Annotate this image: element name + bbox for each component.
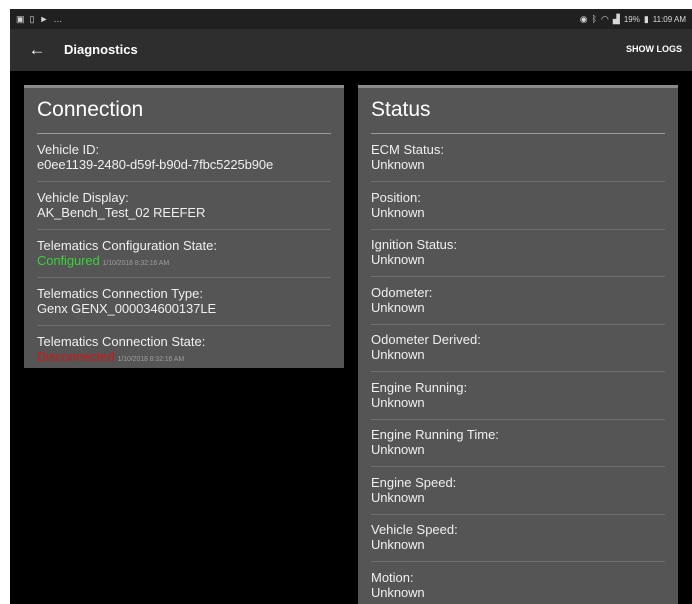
status-row: Motion: Unknown [371, 570, 665, 600]
connection-type-row: Telematics Connection Type: Genx GENX_00… [37, 286, 331, 326]
app-bar: ← Diagnostics SHOW LOGS [10, 29, 692, 71]
vehicle-id-row: Vehicle ID: e0ee1139-2480-d59f-b90d-7fbc… [37, 142, 331, 182]
back-arrow-icon[interactable]: ← [26, 39, 48, 61]
page-title: Diagnostics [64, 42, 138, 57]
device-screen: ▣ ▯ ► … ◉ ᛒ ◠ ▟ 19% ▮ 11:09 AM ← Diagnos… [10, 9, 692, 604]
status-row-label: Odometer Derived: [371, 332, 481, 347]
status-row: Odometer: Unknown [371, 284, 665, 325]
status-row: Engine Speed: Unknown [371, 474, 665, 515]
status-row: Position: Unknown [371, 189, 665, 230]
clock: 11:09 AM [652, 14, 686, 24]
row-divider [37, 181, 331, 182]
status-row-label: Odometer: [371, 284, 433, 300]
config-state-value: Configured [37, 253, 100, 268]
status-row: ECM Status: Unknown [371, 142, 665, 182]
row-divider [371, 561, 665, 562]
status-row-label: Vehicle Speed: [371, 522, 458, 537]
status-row-value: Unknown [371, 299, 425, 315]
status-row-value: Unknown [371, 489, 425, 505]
status-row: Ignition Status: Unknown [371, 237, 665, 277]
connection-state-timestamp: 1/10/2018 8:32:16 AM [117, 356, 185, 363]
connection-type-label: Telematics Connection Type: [37, 286, 203, 301]
row-divider [371, 466, 665, 467]
status-row-value: Unknown [371, 204, 425, 220]
status-row-label: Engine Running Time: [371, 427, 499, 442]
system-status-bar: ▣ ▯ ► … ◉ ᛒ ◠ ▟ 19% ▮ 11:09 AM [10, 9, 692, 29]
status-row: Engine Running Time: Unknown [371, 427, 665, 467]
card-divider [371, 133, 665, 134]
connection-state-label: Telematics Connection State: [37, 334, 206, 349]
status-row-value: Unknown [371, 347, 425, 362]
signal-icon: ▟ [612, 14, 620, 24]
status-row-value: Unknown [371, 584, 425, 600]
status-bar-notifications: ▣ ▯ ► … [16, 14, 62, 24]
status-row: Vehicle Speed: Unknown [371, 522, 665, 562]
bluetooth-icon: ᛒ [591, 14, 598, 24]
status-row-label: Position: [371, 189, 421, 205]
show-logs-button[interactable]: SHOW LOGS [626, 44, 682, 54]
battery-percent: 19% [623, 14, 640, 24]
status-row-label: Engine Speed: [371, 474, 457, 490]
status-row-value: Unknown [371, 157, 425, 172]
status-row-label: Motion: [371, 569, 414, 585]
status-row: Odometer Derived: Unknown [371, 332, 665, 372]
battery-icon: ▮ [643, 14, 649, 24]
status-row-label: Engine Running: [371, 379, 468, 395]
row-divider [371, 418, 665, 420]
vehicle-id-label: Vehicle ID: [37, 142, 100, 157]
more-icon: … [53, 14, 63, 24]
row-divider [371, 181, 665, 182]
vehicle-display-value: AK_Bench_Test_02 REEFER [37, 205, 206, 220]
sim-icon: ▯ [29, 14, 35, 24]
play-icon: ► [39, 14, 49, 24]
connection-state-value: Disconnected [37, 349, 115, 364]
card-divider [37, 133, 331, 134]
location-icon: ◉ [579, 14, 588, 24]
connection-state-value-line: Disconnected 1/10/2018 8:32:16 AM [37, 349, 331, 367]
row-divider [371, 513, 665, 515]
vehicle-display-row: Vehicle Display: AK_Bench_Test_02 REEFER [37, 190, 331, 230]
status-row-label: Ignition Status: [371, 237, 457, 252]
status-card: Status ECM Status: Unknown Position: Unknow… [358, 85, 678, 604]
config-state-timestamp: 1/10/2018 8:32:16 AM [102, 260, 170, 267]
row-divider [371, 323, 665, 325]
connection-type-value: Genx GENX_000034600137LE [37, 301, 217, 316]
status-row-value: Unknown [371, 537, 425, 552]
config-state-row: Telematics Configuration State: Configur… [37, 238, 331, 278]
status-row-value: Unknown [371, 442, 425, 457]
vehicle-display-label: Vehicle Display: [37, 190, 129, 205]
connection-card-title: Connection [37, 98, 144, 121]
status-row-label: ECM Status: [371, 142, 444, 157]
row-divider [37, 325, 331, 326]
status-row-value: Unknown [371, 394, 425, 410]
row-divider [371, 276, 665, 277]
status-card-title: Status [371, 98, 431, 121]
status-row: Engine Running: Unknown [371, 379, 665, 420]
wifi-icon: ◠ [601, 14, 609, 24]
config-state-label: Telematics Configuration State: [37, 238, 217, 253]
row-divider [37, 229, 331, 230]
config-state-value-line: Configured 1/10/2018 8:32:16 AM [37, 253, 331, 271]
connection-card: Connection Vehicle ID: e0ee1139-2480-d59… [24, 85, 344, 368]
row-divider [371, 371, 665, 372]
connection-state-row: Telematics Connection State: Disconnecte… [37, 334, 331, 367]
row-divider [37, 277, 331, 278]
image-icon: ▣ [16, 14, 25, 24]
vehicle-id-value: e0ee1139-2480-d59f-b90d-7fbc5225b90e [37, 157, 274, 172]
status-row-value: Unknown [371, 252, 425, 267]
row-divider [371, 228, 665, 230]
status-bar-indicators: ◉ ᛒ ◠ ▟ 19% ▮ 11:09 AM [580, 14, 686, 24]
